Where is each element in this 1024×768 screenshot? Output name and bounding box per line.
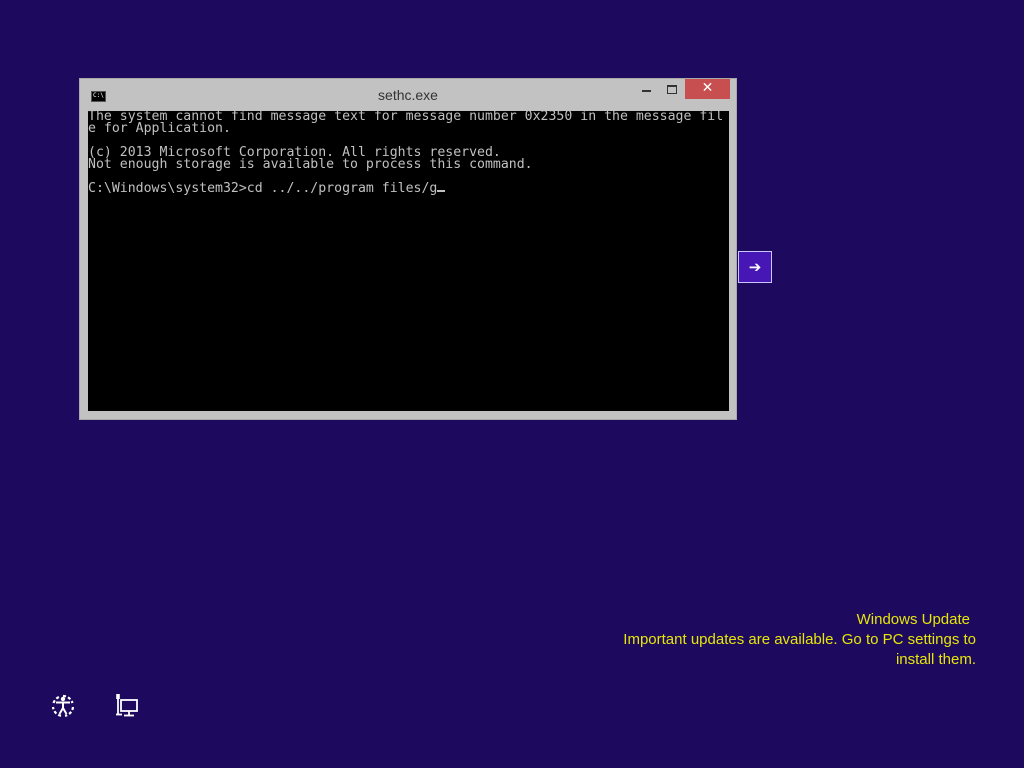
windows-update-notification[interactable]: Windows Update Important updates are ava…	[556, 610, 976, 670]
ease-of-access-icon[interactable]	[49, 692, 77, 720]
text-cursor	[437, 190, 446, 192]
notification-title: Windows Update	[856, 611, 970, 628]
notification-body-line-2: install them.	[895, 651, 976, 668]
console-line: e for Application.	[88, 121, 231, 136]
console-prompt-line[interactable]: C:\Windows\system32>cd ../../program fil…	[88, 181, 729, 196]
notification-body-line-1: Important updates are available. Go to P…	[623, 631, 976, 648]
maximize-icon	[666, 85, 677, 94]
close-icon: ✕	[701, 80, 714, 96]
cmd-window[interactable]: C:\ sethc.exe ✕ The system cannot find m…	[79, 78, 737, 420]
close-button[interactable]: ✕	[685, 79, 730, 99]
next-arrow-button[interactable]: ➔	[738, 251, 772, 283]
maximize-button[interactable]	[658, 79, 685, 99]
arrow-right-icon: ➔	[748, 258, 762, 276]
console-line: Not enough storage is available to proce…	[88, 157, 533, 172]
minimize-button[interactable]	[633, 79, 660, 99]
title-bar[interactable]: C:\ sethc.exe ✕	[80, 79, 736, 110]
minimize-icon	[642, 89, 651, 92]
network-icon[interactable]	[113, 692, 141, 720]
console-prompt-text[interactable]: C:\Windows\system32>cd ../../program fil…	[88, 181, 437, 196]
console-output[interactable]: The system cannot find message text for …	[88, 111, 729, 411]
